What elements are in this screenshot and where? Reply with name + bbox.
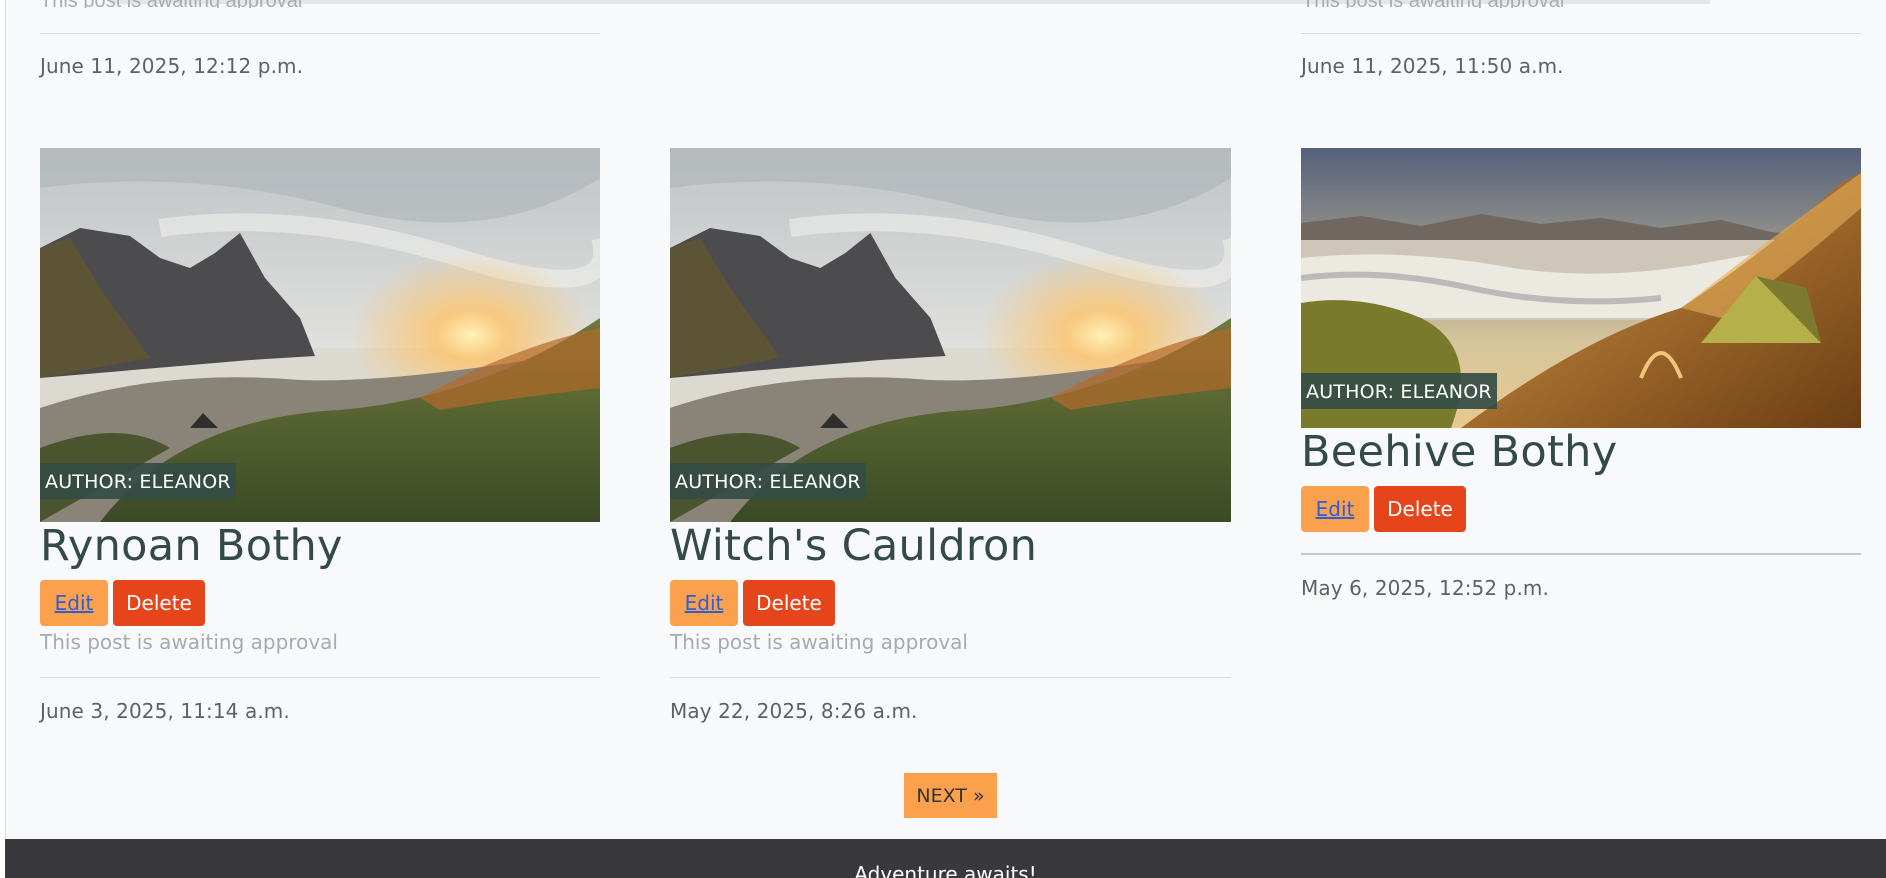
author-badge: AUTHOR: ELEANOR (40, 463, 236, 499)
edit-button[interactable]: Edit (1301, 486, 1369, 532)
divider (670, 677, 1231, 678)
footer: Adventure awaits! (5, 839, 1886, 878)
approval-status: This post is awaiting approval (670, 630, 968, 654)
post-title[interactable]: Beehive Bothy (1301, 427, 1617, 477)
approval-status: This post is awaiting approval (40, 630, 338, 654)
post-title[interactable]: Witch's Cauldron (670, 521, 1037, 571)
post-image[interactable]: AUTHOR: ELEANOR (40, 148, 600, 522)
author-badge: AUTHOR: ELEANOR (670, 463, 866, 499)
partial-status-text: This post is awaiting approval (40, 0, 480, 8)
edit-button[interactable]: Edit (40, 580, 108, 626)
footer-tagline: Adventure awaits! (854, 862, 1037, 878)
partial-status-text: This post is awaiting approval (1302, 0, 1742, 8)
next-page-button[interactable]: NEXT » (904, 773, 997, 818)
post-date: June 11, 2025, 11:50 a.m. (1301, 54, 1564, 78)
divider (40, 33, 600, 34)
post-image[interactable]: AUTHOR: ELEANOR (1301, 148, 1861, 428)
divider (1301, 553, 1861, 555)
divider (40, 677, 600, 678)
post-date: May 22, 2025, 8:26 a.m. (670, 699, 918, 723)
post-date: June 11, 2025, 12:12 p.m. (40, 54, 304, 78)
delete-button[interactable]: Delete (1374, 486, 1466, 532)
post-image[interactable]: AUTHOR: ELEANOR (670, 148, 1231, 522)
delete-button[interactable]: Delete (743, 580, 835, 626)
post-title[interactable]: Rynoan Bothy (40, 521, 343, 571)
delete-button[interactable]: Delete (113, 580, 205, 626)
post-date: May 6, 2025, 12:52 p.m. (1301, 576, 1549, 600)
post-date: June 3, 2025, 11:14 a.m. (40, 699, 290, 723)
divider (1301, 33, 1861, 34)
edit-button[interactable]: Edit (670, 580, 738, 626)
author-badge: AUTHOR: ELEANOR (1301, 373, 1497, 409)
